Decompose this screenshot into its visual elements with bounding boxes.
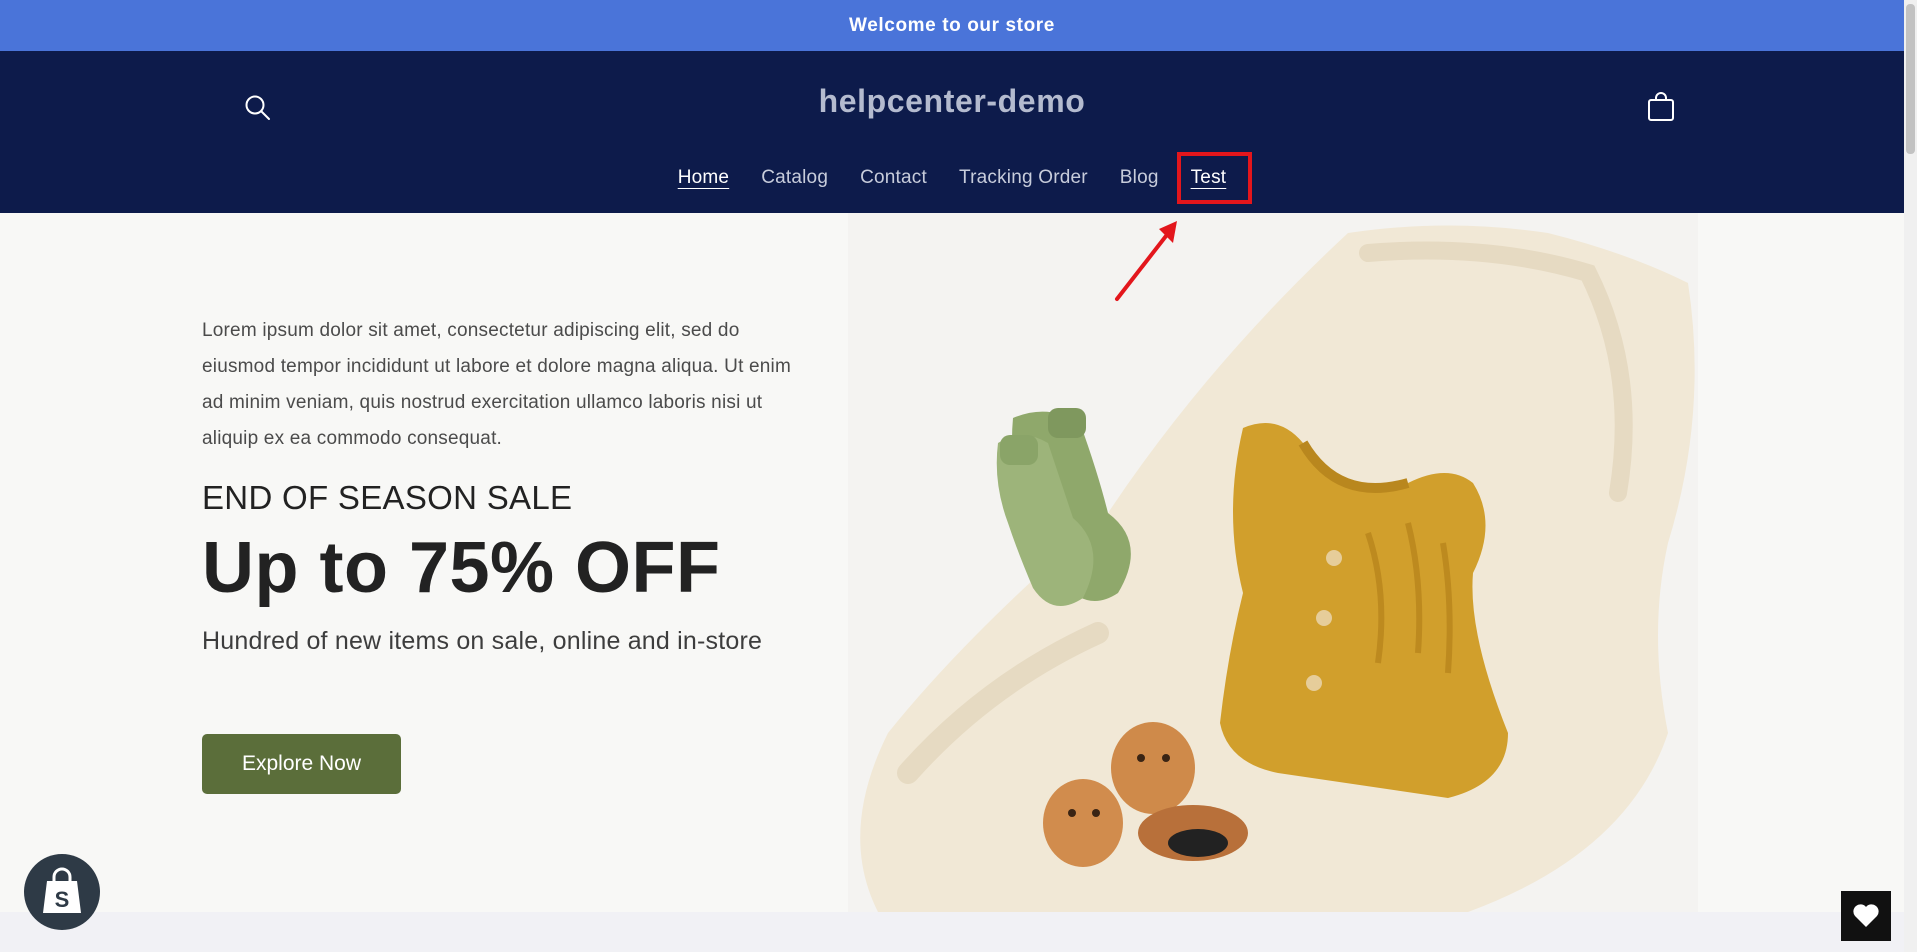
hero-description: Lorem ipsum dolor sit amet, consectetur … — [202, 320, 792, 449]
page-scrollbar[interactable] — [1904, 0, 1917, 952]
explore-now-button[interactable]: Explore Now — [202, 734, 401, 794]
hero-product-image — [848, 213, 1698, 912]
hero-heading: Up to 75% OFF — [202, 528, 721, 608]
nav-item-catalog[interactable]: Catalog — [745, 163, 844, 193]
store-name[interactable]: helpcenter-demo — [0, 83, 1904, 120]
hero-banner: Lorem ipsum dolor sit amet, consectetur … — [0, 213, 1904, 912]
nav-item-contact[interactable]: Contact — [844, 163, 943, 193]
hero-text-block: Lorem ipsum dolor sit amet, consectetur … — [202, 313, 812, 656]
next-section-band — [0, 912, 1904, 952]
cart-button[interactable] — [1641, 87, 1681, 127]
nav-item-tracking-order[interactable]: Tracking Order — [943, 163, 1104, 193]
hero-subheading: Hundred of new items on sale, online and… — [202, 627, 763, 655]
scrollbar-thumb[interactable] — [1906, 4, 1915, 154]
shopify-bag-icon: S — [43, 867, 81, 913]
heart-icon — [1853, 904, 1879, 927]
hero-eyebrow: END OF SEASON SALE — [202, 479, 573, 516]
announcement-bar: Welcome to our store — [0, 0, 1904, 51]
wishlist-button[interactable] — [1841, 891, 1891, 941]
announcement-text: Welcome to our store — [849, 14, 1055, 36]
nav-item-home[interactable]: Home — [662, 163, 745, 193]
svg-text:S: S — [55, 887, 70, 912]
cart-icon — [1648, 92, 1674, 121]
nav-item-test[interactable]: Test — [1175, 163, 1243, 193]
shopify-chat-button[interactable]: S — [24, 854, 100, 930]
nav-item-blog[interactable]: Blog — [1104, 163, 1175, 193]
site-header: helpcenter-demo Home Catalog Contact Tra… — [0, 51, 1904, 213]
main-nav: Home Catalog Contact Tracking Order Blog… — [0, 163, 1904, 193]
annotation-arrow — [1115, 221, 1177, 301]
